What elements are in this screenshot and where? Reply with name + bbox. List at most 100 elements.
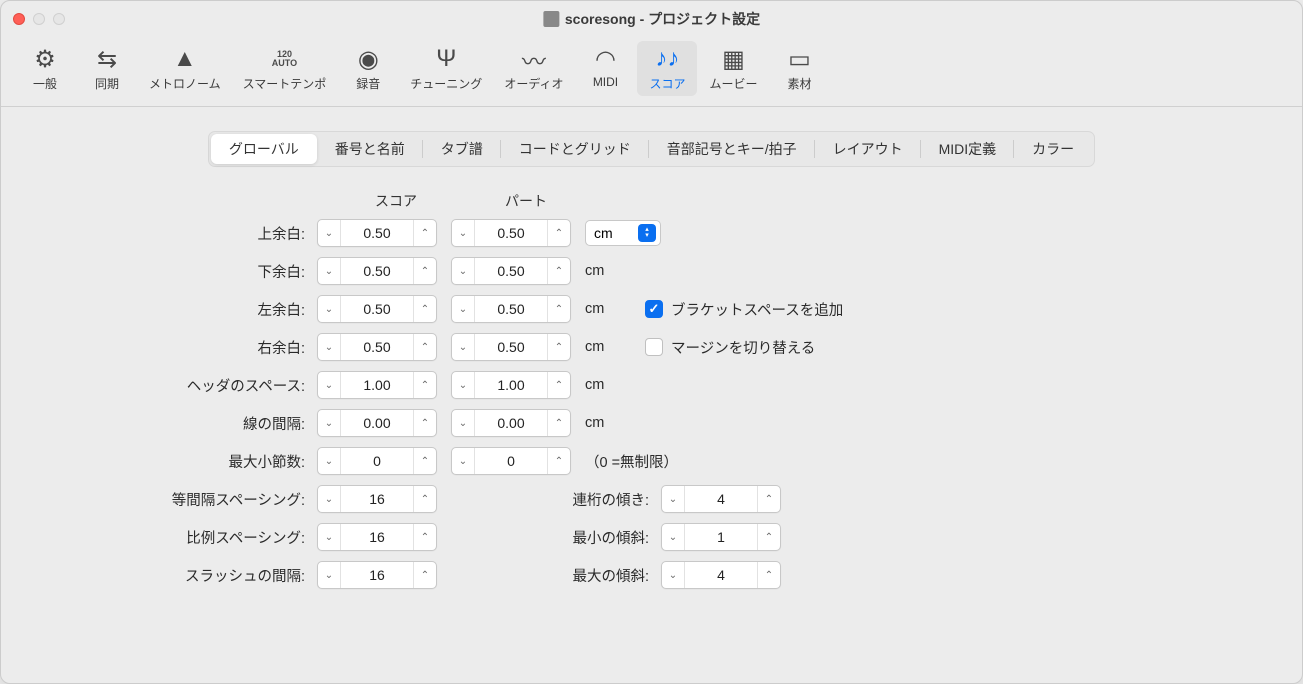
tab-score[interactable]: ♪♪ スコア <box>637 41 697 96</box>
row-header-space: ヘッダのスペース: ⌄ 1.00 ⌃ ⌄ 1.00 ⌃ cm <box>91 371 1272 399</box>
beam-slope-stepper[interactable]: ⌄ 4 ⌃ <box>661 485 781 513</box>
unit-select[interactable]: cm ▴▾ <box>585 220 661 246</box>
max-slope-stepper[interactable]: ⌄ 4 ⌃ <box>661 561 781 589</box>
chevron-up-icon[interactable]: ⌃ <box>758 486 780 512</box>
top-margin-score-value[interactable]: 0.50 <box>340 220 414 246</box>
chevron-up-icon[interactable]: ⌃ <box>414 524 436 550</box>
chevron-down-icon[interactable]: ⌄ <box>318 524 340 550</box>
chevron-up-icon[interactable]: ⌃ <box>758 524 780 550</box>
left-margin-score-stepper[interactable]: ⌄ 0.50 ⌃ <box>317 295 437 323</box>
right-margin-score-stepper[interactable]: ⌄ 0.50 ⌃ <box>317 333 437 361</box>
line-distance-part-stepper[interactable]: ⌄ 0.00 ⌃ <box>451 409 571 437</box>
tab-sync[interactable]: ⇆ 同期 <box>77 41 137 96</box>
header-space-part-stepper[interactable]: ⌄ 1.00 ⌃ <box>451 371 571 399</box>
tab-record[interactable]: ◉ 録音 <box>338 41 398 96</box>
label-beam-slope: 連桁の傾き: <box>541 489 661 510</box>
chevron-down-icon[interactable]: ⌄ <box>452 220 474 246</box>
chevron-up-icon[interactable]: ⌃ <box>414 410 436 436</box>
max-bars-part-stepper[interactable]: ⌄ 0 ⌃ <box>451 447 571 475</box>
chevron-up-icon[interactable]: ⌃ <box>548 448 570 474</box>
updown-icon: ▴▾ <box>638 224 656 242</box>
chevron-down-icon[interactable]: ⌄ <box>318 562 340 588</box>
briefcase-icon: ▭ <box>784 45 816 73</box>
max-bars-score-stepper[interactable]: ⌄ 0 ⌃ <box>317 447 437 475</box>
chevron-down-icon[interactable]: ⌄ <box>318 334 340 360</box>
chevron-up-icon[interactable]: ⌃ <box>548 220 570 246</box>
zoom-button[interactable] <box>53 13 65 25</box>
chevron-down-icon[interactable]: ⌄ <box>318 258 340 284</box>
tab-movie[interactable]: ▦ ムービー <box>699 41 767 96</box>
row-max-bars: 最大小節数: ⌄ 0 ⌃ ⌄ 0 ⌃ （0 =無制限） <box>91 447 1272 475</box>
slash-spacing-stepper[interactable]: ⌄ 16 ⌃ <box>317 561 437 589</box>
subtab-chord[interactable]: コードとグリッド <box>501 134 649 164</box>
tab-midi[interactable]: ◠ MIDI <box>575 41 635 96</box>
waveform-icon: 〰 <box>518 45 550 73</box>
chevron-up-icon[interactable]: ⌃ <box>414 448 436 474</box>
min-slope-stepper[interactable]: ⌄ 1 ⌃ <box>661 523 781 551</box>
subtab-numname[interactable]: 番号と名前 <box>317 134 423 164</box>
toggle-margin-checkbox[interactable] <box>645 338 663 356</box>
top-margin-score-stepper[interactable]: ⌄ 0.50 ⌃ <box>317 219 437 247</box>
chevron-down-icon[interactable]: ⌄ <box>662 562 684 588</box>
chevron-down-icon[interactable]: ⌄ <box>318 296 340 322</box>
left-margin-part-stepper[interactable]: ⌄ 0.50 ⌃ <box>451 295 571 323</box>
chevron-down-icon[interactable]: ⌄ <box>662 524 684 550</box>
label-line-distance: 線の間隔: <box>91 413 317 434</box>
subtab-global[interactable]: グローバル <box>211 134 317 164</box>
chevron-down-icon[interactable]: ⌄ <box>452 410 474 436</box>
bottom-margin-score-stepper[interactable]: ⌄ 0.50 ⌃ <box>317 257 437 285</box>
row-right-margin: 右余白: ⌄ 0.50 ⌃ ⌄ 0.50 ⌃ cm マージンを切り替える <box>91 333 1272 361</box>
header-score: スコア <box>331 191 461 211</box>
chevron-up-icon[interactable]: ⌃ <box>548 334 570 360</box>
prop-spacing-stepper[interactable]: ⌄ 16 ⌃ <box>317 523 437 551</box>
column-headers: スコア パート <box>91 191 1272 211</box>
bottom-margin-part-stepper[interactable]: ⌄ 0.50 ⌃ <box>451 257 571 285</box>
chevron-up-icon[interactable]: ⌃ <box>414 334 436 360</box>
line-distance-score-stepper[interactable]: ⌄ 0.00 ⌃ <box>317 409 437 437</box>
chevron-down-icon[interactable]: ⌄ <box>452 448 474 474</box>
chevron-down-icon[interactable]: ⌄ <box>318 410 340 436</box>
equal-spacing-stepper[interactable]: ⌄ 16 ⌃ <box>317 485 437 513</box>
chevron-down-icon[interactable]: ⌄ <box>452 296 474 322</box>
tab-metronome[interactable]: ▲ メトロノーム <box>139 41 231 96</box>
subtab-layout[interactable]: レイアウト <box>815 134 921 164</box>
chevron-down-icon[interactable]: ⌄ <box>452 258 474 284</box>
close-button[interactable] <box>13 13 25 25</box>
row-top-margin: 上余白: ⌄ 0.50 ⌃ ⌄ 0.50 ⌃ cm ▴▾ <box>91 219 1272 247</box>
chevron-up-icon[interactable]: ⌃ <box>548 296 570 322</box>
subtab-mididef[interactable]: MIDI定義 <box>921 134 1015 164</box>
subtab-tab[interactable]: タブ譜 <box>423 134 501 164</box>
chevron-up-icon[interactable]: ⌃ <box>414 220 436 246</box>
chevron-down-icon[interactable]: ⌄ <box>452 334 474 360</box>
chevron-down-icon[interactable]: ⌄ <box>318 220 340 246</box>
subtab-color[interactable]: カラー <box>1014 134 1092 164</box>
chevron-down-icon[interactable]: ⌄ <box>452 372 474 398</box>
chevron-down-icon[interactable]: ⌄ <box>318 448 340 474</box>
subtab-clef[interactable]: 音部記号とキー/拍子 <box>649 134 815 164</box>
chevron-up-icon[interactable]: ⌃ <box>758 562 780 588</box>
right-margin-part-stepper[interactable]: ⌄ 0.50 ⌃ <box>451 333 571 361</box>
tab-audio[interactable]: 〰 オーディオ <box>494 41 573 96</box>
chevron-up-icon[interactable]: ⌃ <box>414 372 436 398</box>
label-left-margin: 左余白: <box>91 299 317 320</box>
chevron-up-icon[interactable]: ⌃ <box>548 410 570 436</box>
top-margin-part-stepper[interactable]: ⌄ 0.50 ⌃ <box>451 219 571 247</box>
bracket-space-checkbox[interactable]: ✓ <box>645 300 663 318</box>
minimize-button[interactable] <box>33 13 45 25</box>
app-icon <box>543 11 559 27</box>
chevron-up-icon[interactable]: ⌃ <box>414 562 436 588</box>
chevron-up-icon[interactable]: ⌃ <box>548 372 570 398</box>
chevron-up-icon[interactable]: ⌃ <box>414 258 436 284</box>
header-space-score-stepper[interactable]: ⌄ 1.00 ⌃ <box>317 371 437 399</box>
tab-smarttempo[interactable]: 120AUTO スマートテンポ <box>233 41 337 96</box>
chevron-up-icon[interactable]: ⌃ <box>414 296 436 322</box>
chevron-up-icon[interactable]: ⌃ <box>548 258 570 284</box>
chevron-up-icon[interactable]: ⌃ <box>414 486 436 512</box>
chevron-down-icon[interactable]: ⌄ <box>662 486 684 512</box>
chevron-down-icon[interactable]: ⌄ <box>318 486 340 512</box>
top-margin-part-value[interactable]: 0.50 <box>474 220 548 246</box>
tab-assets[interactable]: ▭ 素材 <box>770 41 830 96</box>
chevron-down-icon[interactable]: ⌄ <box>318 372 340 398</box>
tab-general[interactable]: ⚙︎ 一般 <box>15 41 75 96</box>
tab-tuning[interactable]: Ψ チューニング <box>400 41 492 96</box>
